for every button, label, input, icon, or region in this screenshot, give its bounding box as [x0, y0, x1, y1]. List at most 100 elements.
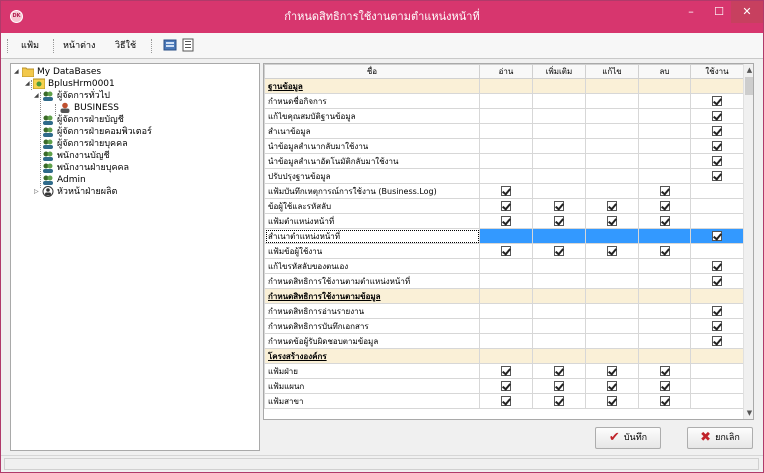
permission-grid[interactable]: ชื่อ อ่าน เพิ่มเติม แก้ไข ลบ ใช้งาน ฐานข… [263, 63, 754, 420]
collapse-arrow-icon[interactable]: ◢ [25, 78, 33, 90]
permission-name[interactable]: สำเนาข้อมูล [264, 123, 480, 139]
permission-name[interactable]: กำหนดชื่อกิจการ [264, 93, 480, 109]
table-row[interactable]: แก้ไขคุณสมบัติฐานข้อมูล [264, 108, 744, 124]
permission-name[interactable]: แฟ้มข้อผู้ใช้งาน [264, 243, 480, 259]
table-row[interactable]: กำหนดสิทธิการใช้งานตามตำแหน่งหน้าที่ [264, 273, 744, 289]
checkbox-edit[interactable] [607, 246, 617, 256]
expand-arrow-icon[interactable]: ▷ [34, 186, 42, 198]
section-row[interactable]: ฐานข้อมูล [264, 78, 744, 94]
tree-node-role[interactable]: Admin [42, 174, 86, 186]
checkbox-delete[interactable] [659, 216, 670, 226]
scrollbar-thumb[interactable] [745, 77, 753, 95]
table-row[interactable]: นำข้อมูลสำเนากลับมาใช้งาน [264, 138, 744, 154]
permission-name[interactable]: แฟ้มบันทึกเหตุการณ์การใช้งาน (Business.L… [264, 183, 480, 199]
minimize-button[interactable]: – [677, 1, 705, 23]
column-header-read[interactable]: อ่าน [479, 64, 533, 79]
permission-name[interactable]: นำข้อมูลสำเนากลับมาใช้งาน [264, 138, 480, 154]
table-row[interactable]: นำข้อมูลสำเนาอัตโนมัติกลับมาใช้งาน [264, 153, 744, 169]
checkbox-read[interactable] [501, 396, 511, 406]
save-button[interactable]: ✔ บันทึก [595, 427, 661, 449]
scroll-down-arrow-icon[interactable]: ▼ [744, 407, 753, 419]
table-row[interactable]: แฟ้มสาขา [264, 393, 744, 409]
toolbar-grip[interactable] [53, 39, 55, 53]
tree-node-role[interactable]: พนักงานบัญชี [42, 150, 110, 162]
checkbox-edit[interactable] [607, 366, 617, 376]
permission-name[interactable]: ปรับปรุงฐานข้อมูล [264, 168, 480, 184]
tree-node-role[interactable]: ผู้จัดการฝ่ายบุคคล [42, 138, 128, 150]
permission-name[interactable]: แฟ้มตำแหน่งหน้าที่ [264, 213, 480, 229]
checkbox-add[interactable] [554, 381, 564, 391]
maximize-button[interactable]: ☐ [705, 1, 733, 23]
permission-name[interactable]: แฟ้มแผนก [264, 378, 480, 394]
checkbox-delete[interactable] [659, 246, 670, 256]
menu-file[interactable]: แฟ้ม [21, 39, 39, 53]
checkbox-use[interactable] [712, 156, 722, 166]
checkbox-read[interactable] [501, 246, 511, 256]
checkbox-delete[interactable] [659, 381, 670, 391]
checkbox-read[interactable] [501, 186, 511, 196]
column-header-delete[interactable]: ลบ [638, 64, 691, 79]
permission-name[interactable]: กำหนดสิทธิการใช้งานตามตำแหน่งหน้าที่ [264, 273, 480, 289]
close-button[interactable]: ✕ [731, 1, 763, 23]
checkbox-use[interactable] [712, 171, 722, 181]
permission-name[interactable]: นำข้อมูลสำเนาอัตโนมัติกลับมาใช้งาน [264, 153, 480, 169]
section-row[interactable]: กำหนดสิทธิการใช้งานตามข้อมูล [264, 288, 744, 304]
table-row[interactable]: กำหนดสิทธิการอ่านรายงาน [264, 303, 744, 319]
checkbox-add[interactable] [554, 216, 564, 226]
cancel-button[interactable]: ✖ ยกเลิก [687, 427, 753, 449]
checkbox-use[interactable] [712, 141, 722, 151]
column-header-add[interactable]: เพิ่มเติม [532, 64, 586, 79]
permission-name[interactable]: แฟ้มฝ่าย [264, 363, 480, 379]
table-row[interactable]: สำเนาตำแหน่งหน้าที่ [264, 228, 744, 244]
permission-name[interactable]: ข้อผู้ใช้และรหัสลับ [264, 198, 480, 214]
table-row[interactable]: ปรับปรุงฐานข้อมูล [264, 168, 744, 184]
title-bar[interactable]: DK กำหนดสิทธิการใช้งานตามตำแหน่งหน้าที่ … [1, 1, 763, 33]
checkbox-delete[interactable] [659, 201, 670, 211]
permission-name[interactable]: กำหนดสิทธิการบันทึกเอกสาร [264, 318, 480, 334]
checkbox-add[interactable] [554, 366, 564, 376]
menu-window[interactable]: หน้าต่าง [63, 39, 95, 53]
tree-node-role[interactable]: ผู้จัดการฝ่ายคอมพิวเตอร์ [42, 126, 152, 138]
table-row[interactable]: กำหนดสิทธิการบันทึกเอกสาร [264, 318, 744, 334]
collapse-arrow-icon[interactable]: ◢ [14, 66, 22, 78]
tree-node-database[interactable]: ◢ BplusHrm0001 [25, 78, 115, 90]
checkbox-edit[interactable] [607, 396, 617, 406]
table-row[interactable]: แก้ไขรหัสลับของตนเอง [264, 258, 744, 274]
permission-name[interactable]: สำเนาตำแหน่งหน้าที่ [264, 228, 480, 244]
checkbox-add[interactable] [554, 201, 564, 211]
checkbox-delete[interactable] [659, 396, 670, 406]
checkbox-delete[interactable] [659, 366, 670, 376]
tree-node-role[interactable]: พนักงานฝ่ายบุคคล [42, 162, 129, 174]
checkbox-use[interactable] [712, 126, 722, 136]
toolbar-grip[interactable] [7, 39, 9, 53]
tree-node-role[interactable]: ผู้จัดการฝ่ายบัญชี [42, 114, 124, 126]
table-row[interactable]: แฟ้มบันทึกเหตุการณ์การใช้งาน (Business.L… [264, 183, 744, 199]
tree-node-user[interactable]: BUSINESS [59, 102, 119, 114]
checkbox-read[interactable] [501, 201, 511, 211]
table-row[interactable]: แฟ้มตำแหน่งหน้าที่ [264, 213, 744, 229]
checkbox-edit[interactable] [607, 381, 617, 391]
checkbox-use[interactable] [712, 276, 722, 286]
checkbox-use[interactable] [712, 96, 722, 106]
grid-view-icon[interactable] [163, 38, 177, 52]
menu-howto[interactable]: วิธีใช้ [115, 39, 136, 53]
checkbox-read[interactable] [501, 216, 511, 226]
permission-name[interactable]: กำหนดสิทธิการอ่านรายงาน [264, 303, 480, 319]
checkbox-add[interactable] [554, 396, 564, 406]
permission-name[interactable]: แฟ้มสาขา [264, 393, 480, 409]
table-row[interactable]: แฟ้มฝ่าย [264, 363, 744, 379]
section-row[interactable]: โครงสร้างองค์กร [264, 348, 744, 364]
document-icon[interactable] [181, 38, 195, 52]
table-row[interactable]: ข้อผู้ใช้และรหัสลับ [264, 198, 744, 214]
column-header-use[interactable]: ใช้งาน [690, 64, 744, 79]
table-row[interactable]: กำหนดชื่อกิจการ [264, 93, 744, 109]
checkbox-use[interactable] [712, 261, 722, 271]
role-tree[interactable]: ◢ My DataBases ◢ BplusHrm0001 ◢ ผู้จัดการทั… [10, 63, 260, 451]
table-row[interactable]: สำเนาข้อมูล [264, 123, 744, 139]
checkbox-edit[interactable] [607, 201, 617, 211]
checkbox-use[interactable] [712, 111, 722, 121]
permission-name[interactable]: แก้ไขคุณสมบัติฐานข้อมูล [264, 108, 480, 124]
permission-name[interactable]: กำหนดข้อผู้รับผิดชอบตามข้อมูล [264, 333, 480, 349]
checkbox-delete[interactable] [659, 186, 670, 196]
checkbox-read[interactable] [501, 366, 511, 376]
